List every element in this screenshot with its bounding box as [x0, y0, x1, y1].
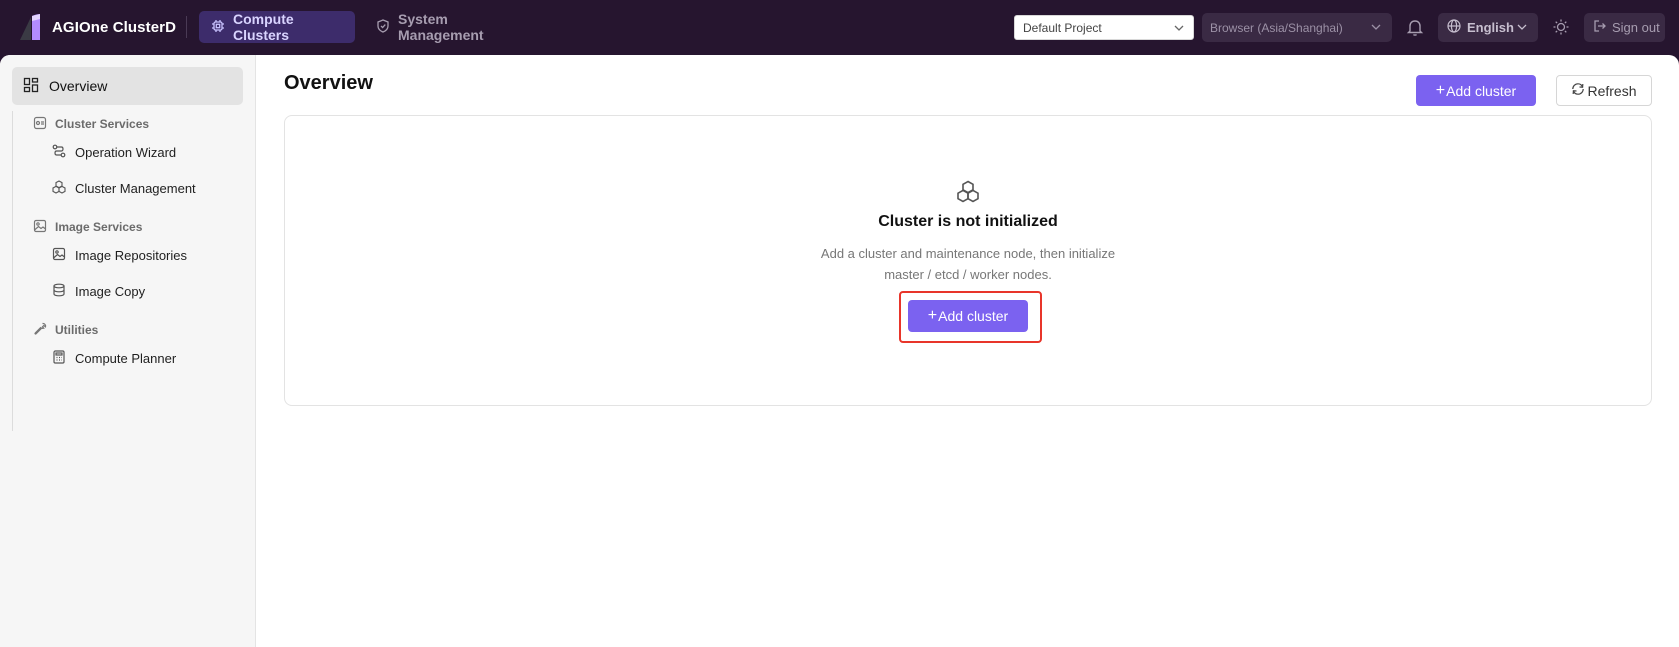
shield-icon: [376, 18, 398, 36]
sidebar-item-overview[interactable]: Overview: [12, 67, 243, 105]
sidebar-item-label: Overview: [49, 78, 108, 94]
sign-out-button[interactable]: Sign out: [1584, 13, 1665, 42]
refresh-button[interactable]: Refresh: [1556, 75, 1652, 106]
refresh-icon: [1571, 82, 1585, 99]
bell-icon[interactable]: [1405, 17, 1425, 37]
sidebar-item-label: Operation Wizard: [75, 144, 177, 160]
sidebar-item-label: Image Copy: [75, 283, 146, 299]
plus-icon: +: [927, 307, 938, 324]
sidebar-item-cluster-management[interactable]: Cluster Management: [52, 179, 196, 197]
add-cluster-button[interactable]: + Add cluster: [1416, 75, 1536, 106]
sidebar-group-image-services: Image Services: [33, 218, 142, 236]
sun-icon[interactable]: [1551, 17, 1571, 37]
tree-line: [12, 367, 13, 431]
page-title: Overview: [284, 72, 373, 94]
app-name: AGIOne ClusterD: [52, 18, 177, 36]
tree-line: [12, 261, 13, 367]
chip-icon: [211, 19, 233, 36]
dashboard-icon: [23, 77, 39, 96]
empty-add-cluster-button[interactable]: + Add cluster: [908, 300, 1028, 332]
sidebar-item-image-copy[interactable]: Image Copy: [52, 282, 145, 300]
tree-line: [12, 111, 13, 261]
route-icon: [52, 144, 66, 161]
app-logo-icon: [18, 13, 44, 41]
sidebar-group-label: Cluster Services: [55, 117, 150, 131]
sidebar-item-label: Compute Planner: [75, 350, 177, 366]
globe-icon: [1447, 19, 1461, 36]
language-label: English: [1467, 20, 1514, 35]
sidebar: Overview Cluster Services Operation Wiza…: [0, 55, 256, 647]
empty-state-card: Cluster is not initialized Add a cluster…: [284, 115, 1652, 406]
project-select-value: Default Project: [1023, 20, 1102, 35]
top-bar: AGIOne ClusterD Compute Clusters System …: [0, 0, 1679, 55]
app-shell: Overview Cluster Services Operation Wiza…: [0, 55, 1679, 647]
image-icon: [52, 247, 66, 264]
sidebar-group-utilities: Utilities: [33, 321, 98, 339]
sidebar-group-label: Image Services: [55, 220, 143, 234]
sidebar-item-label: Cluster Management: [75, 180, 196, 196]
nav-label: System Management: [398, 11, 484, 43]
timezone-select-value: Browser (Asia/Shanghai): [1210, 20, 1343, 35]
sidebar-group-label: Utilities: [55, 323, 99, 337]
nav-compute-clusters[interactable]: Compute Clusters: [199, 11, 355, 43]
chevron-down-icon: [1173, 22, 1185, 37]
nav-system-management[interactable]: System Management: [364, 11, 534, 43]
add-cluster-label: Add cluster: [1446, 82, 1517, 99]
sidebar-item-label: Image Repositories: [75, 247, 187, 263]
empty-state-description: Add a cluster and maintenance node, then…: [820, 246, 1116, 282]
add-cluster-label: Add cluster: [938, 308, 1009, 324]
nav-label: Compute Clusters: [233, 11, 294, 43]
timezone-select[interactable]: Browser (Asia/Shanghai): [1202, 13, 1392, 42]
project-select[interactable]: Default Project: [1014, 15, 1194, 40]
sidebar-item-image-repositories[interactable]: Image Repositories: [52, 246, 187, 264]
refresh-label: Refresh: [1587, 82, 1637, 99]
brand[interactable]: AGIOne ClusterD: [18, 13, 176, 41]
sidebar-item-compute-planner[interactable]: Compute Planner: [52, 349, 176, 367]
plus-icon: +: [1435, 81, 1446, 99]
logout-icon: [1593, 19, 1607, 36]
sign-out-label: Sign out: [1612, 20, 1660, 35]
language-select[interactable]: English: [1438, 13, 1538, 42]
sidebar-item-operation-wizard[interactable]: Operation Wizard: [52, 143, 176, 161]
database-icon: [52, 283, 66, 300]
boxes-icon: [52, 179, 66, 197]
calculator-icon: [52, 349, 66, 367]
chevron-down-icon: [1370, 21, 1382, 36]
image-icon: [33, 219, 47, 236]
chevron-down-icon: [1516, 21, 1528, 36]
sidebar-group-cluster-services: Cluster Services: [33, 115, 149, 133]
divider: [186, 16, 187, 38]
server-icon: [33, 116, 47, 133]
wrench-icon: [33, 322, 47, 339]
empty-state-title: Cluster is not initialized: [878, 213, 1058, 230]
boxes-icon: [955, 180, 981, 204]
